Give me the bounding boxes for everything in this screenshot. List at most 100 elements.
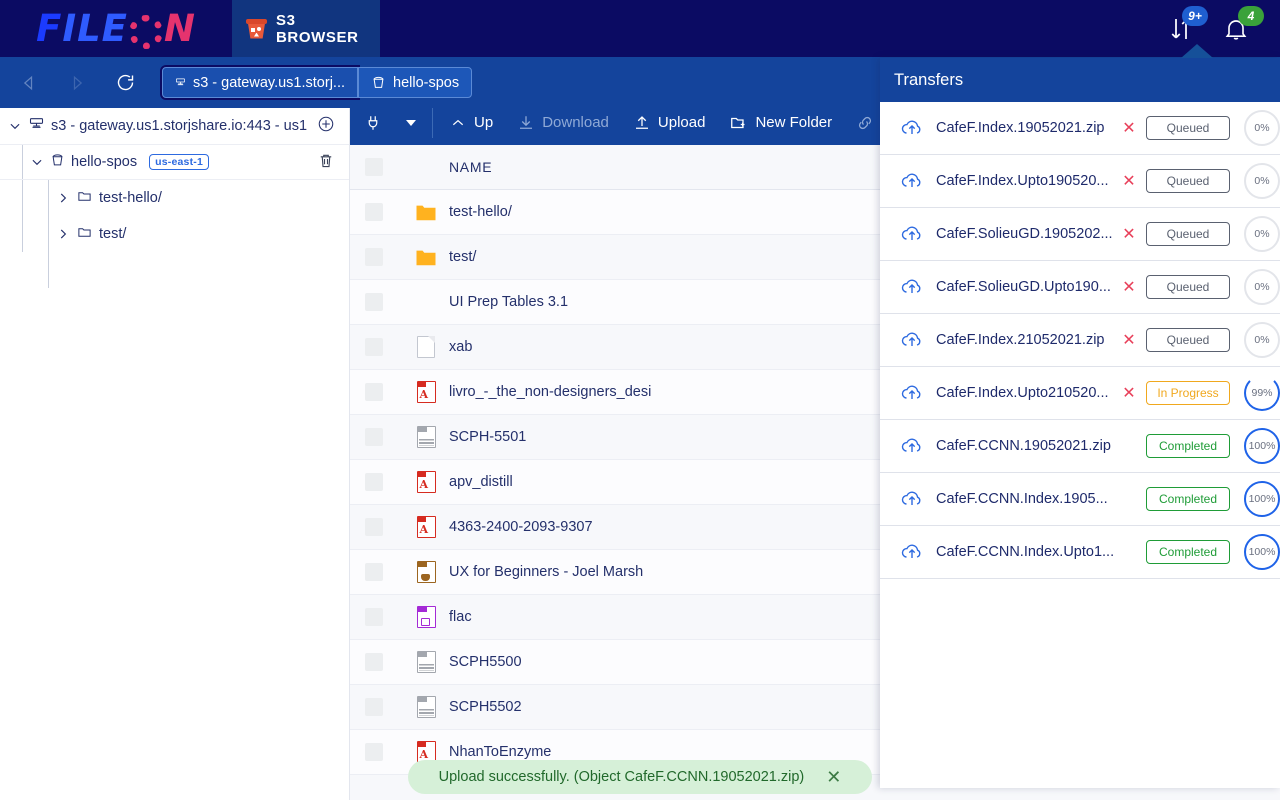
transfer-progress: 100% bbox=[1244, 481, 1280, 517]
folder-outline-icon bbox=[76, 225, 93, 244]
logo-letter-f: F bbox=[36, 7, 62, 50]
transfer-percent: 0% bbox=[1254, 122, 1269, 134]
download-icon bbox=[517, 114, 535, 132]
folder-icon bbox=[415, 201, 437, 223]
transfer-row[interactable]: CafeF.Index.21052021.zip ✕ Queued 0% bbox=[880, 314, 1280, 367]
cloud-upload-icon bbox=[900, 542, 924, 562]
notifications-button[interactable]: 4 bbox=[1222, 14, 1252, 44]
cancel-transfer-icon[interactable]: ✕ bbox=[1118, 277, 1140, 297]
epub-icon bbox=[415, 561, 437, 583]
bin-icon bbox=[415, 426, 437, 448]
transfer-row[interactable]: CafeF.Index.Upto210520... ✕ In Progress … bbox=[880, 367, 1280, 420]
transfer-status-badge: Queued bbox=[1146, 169, 1230, 193]
transfer-percent: 99% bbox=[1251, 387, 1272, 399]
bucket-icon bbox=[50, 152, 65, 173]
server-icon bbox=[28, 116, 45, 136]
tree-bucket-label: hello-spos bbox=[71, 154, 137, 170]
row-checkbox[interactable] bbox=[365, 428, 383, 446]
row-checkbox[interactable] bbox=[365, 743, 383, 761]
cloud-upload-icon bbox=[900, 171, 924, 191]
bucket-icon bbox=[246, 19, 267, 39]
transfer-status-badge: Queued bbox=[1146, 328, 1230, 352]
up-label: Up bbox=[474, 114, 493, 131]
row-checkbox[interactable] bbox=[365, 698, 383, 716]
transfer-status-badge: Completed bbox=[1146, 434, 1230, 458]
refresh-icon[interactable] bbox=[106, 64, 144, 102]
cloud-upload-icon bbox=[900, 277, 924, 297]
transfer-row[interactable]: CafeF.Index.19052021.zip ✕ Queued 0% bbox=[880, 102, 1280, 155]
blank-doc-icon bbox=[415, 336, 437, 358]
forward-arrow-icon[interactable] bbox=[58, 64, 96, 102]
pdf-icon: A bbox=[415, 381, 437, 403]
transfer-percent: 100% bbox=[1249, 440, 1276, 452]
transfer-status-badge: Completed bbox=[1146, 540, 1230, 564]
file-name: NhanToEnzyme bbox=[449, 744, 551, 760]
new-folder-icon bbox=[729, 114, 748, 132]
transfer-row[interactable]: CafeF.CCNN.19052021.zip Completed 100% bbox=[880, 420, 1280, 473]
transfer-percent: 0% bbox=[1254, 281, 1269, 293]
row-checkbox[interactable] bbox=[365, 608, 383, 626]
row-checkbox[interactable] bbox=[365, 338, 383, 356]
transfer-row[interactable]: CafeF.SolieuGD.Upto190... ✕ Queued 0% bbox=[880, 261, 1280, 314]
transfer-row[interactable]: CafeF.CCNN.Index.Upto1... Completed 100% bbox=[880, 526, 1280, 579]
plus-circle-icon[interactable] bbox=[317, 115, 335, 137]
file-name: 4363-2400-2093-9307 bbox=[449, 519, 593, 535]
transfer-progress: 0% bbox=[1244, 163, 1280, 199]
chevron-down-icon bbox=[8, 119, 22, 133]
upload-icon bbox=[633, 114, 651, 132]
breadcrumb-item-bucket[interactable]: hello-spos bbox=[358, 67, 472, 98]
download-button[interactable]: Download bbox=[505, 100, 621, 145]
transfer-row[interactable]: CafeF.CCNN.Index.1905... Completed 100% bbox=[880, 473, 1280, 526]
transfer-progress: 0% bbox=[1244, 216, 1280, 252]
cancel-transfer-icon[interactable]: ✕ bbox=[1118, 171, 1140, 191]
file-name: SCPH-5501 bbox=[449, 429, 526, 445]
row-checkbox[interactable] bbox=[365, 293, 383, 311]
new-folder-button[interactable]: New Folder bbox=[717, 100, 844, 145]
transfers-panel-title: Transfers bbox=[880, 58, 1280, 102]
cloud-upload-icon bbox=[900, 118, 924, 138]
cancel-transfer-icon[interactable]: ✕ bbox=[1118, 224, 1140, 244]
cancel-transfer-icon[interactable]: ✕ bbox=[1118, 118, 1140, 138]
connection-menu-button[interactable] bbox=[352, 100, 394, 145]
transfers-button[interactable]: 9+ bbox=[1166, 14, 1196, 44]
no-icon bbox=[415, 291, 437, 313]
breadcrumb-endpoint-label: s3 - gateway.us1.storj... bbox=[193, 75, 345, 91]
row-checkbox[interactable] bbox=[365, 473, 383, 491]
top-bar: FILEN S3 BROWSER 9+ bbox=[0, 0, 1280, 57]
tree-item-endpoint[interactable]: s3 - gateway.us1.storjshare.io:443 - us1 bbox=[0, 108, 349, 144]
file-name: xab bbox=[449, 339, 472, 355]
row-checkbox[interactable] bbox=[365, 653, 383, 671]
transfer-row[interactable]: CafeF.Index.Upto190520... ✕ Queued 0% bbox=[880, 155, 1280, 208]
notifications-badge: 4 bbox=[1238, 6, 1264, 26]
cancel-transfer-icon[interactable]: ✕ bbox=[1118, 330, 1140, 350]
select-all-checkbox[interactable] bbox=[365, 158, 383, 176]
transfer-progress: 0% bbox=[1244, 110, 1280, 146]
close-icon[interactable]: ✕ bbox=[826, 768, 841, 786]
trash-icon[interactable] bbox=[317, 151, 335, 174]
tree-item-folder-test[interactable]: test/ bbox=[0, 216, 349, 252]
breadcrumb-item-endpoint[interactable]: s3 - gateway.us1.storj... bbox=[162, 67, 358, 98]
cloud-upload-icon bbox=[900, 436, 924, 456]
row-checkbox[interactable] bbox=[365, 248, 383, 266]
upload-button[interactable]: Upload bbox=[621, 100, 718, 145]
tree-item-folder-test-hello[interactable]: test-hello/ bbox=[0, 180, 349, 216]
plug-icon bbox=[364, 113, 382, 133]
cloud-upload-icon bbox=[900, 489, 924, 509]
file-name: UX for Beginners - Joel Marsh bbox=[449, 564, 643, 580]
back-arrow-icon[interactable] bbox=[10, 64, 48, 102]
connection-dropdown-caret[interactable] bbox=[394, 100, 428, 145]
row-checkbox[interactable] bbox=[365, 203, 383, 221]
tab-s3-browser[interactable]: S3 BROWSER bbox=[232, 0, 380, 57]
transfer-row[interactable]: CafeF.SolieuGD.1905202... ✕ Queued 0% bbox=[880, 208, 1280, 261]
cancel-transfer-icon[interactable]: ✕ bbox=[1118, 383, 1140, 403]
row-checkbox[interactable] bbox=[365, 518, 383, 536]
row-checkbox[interactable] bbox=[365, 563, 383, 581]
row-checkbox[interactable] bbox=[365, 383, 383, 401]
pdf-icon: A bbox=[415, 471, 437, 493]
transfer-progress: 100% bbox=[1244, 428, 1280, 464]
up-button[interactable]: Up bbox=[437, 100, 505, 145]
transfer-file-name: CafeF.CCNN.Index.1905... bbox=[936, 491, 1118, 507]
tree-item-bucket[interactable]: hello-spos us-east-1 bbox=[0, 144, 349, 180]
tree-folder-label: test/ bbox=[99, 226, 126, 242]
link-icon bbox=[856, 114, 874, 132]
